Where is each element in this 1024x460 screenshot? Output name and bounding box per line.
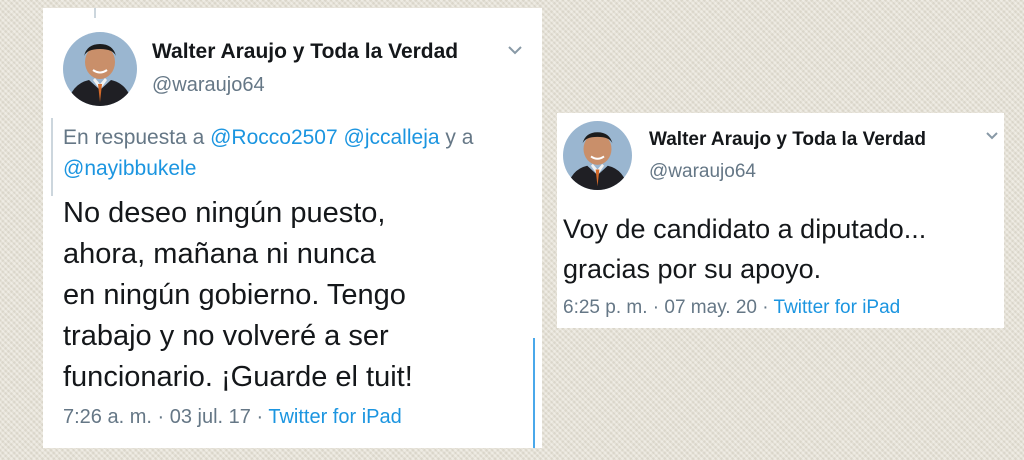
tweet-source-link[interactable]: Twitter for iPad xyxy=(268,406,401,428)
tweet-time[interactable]: 7:26 a. m. xyxy=(63,406,152,428)
meta-separator: · xyxy=(157,406,165,428)
author-handle[interactable]: @waraujo64 xyxy=(152,74,265,97)
tweet-date[interactable]: 07 may. 20 xyxy=(664,297,757,318)
chevron-down-icon xyxy=(508,46,522,55)
author-avatar[interactable] xyxy=(563,121,632,190)
tweet-text-line: No deseo ningún puesto, xyxy=(63,197,386,229)
reply-context: En respuesta a @Rocco2507 @jccalleja y a… xyxy=(63,122,513,184)
chevron-down-icon xyxy=(986,132,998,140)
author-handle[interactable]: @waraujo64 xyxy=(649,161,756,183)
reply-and: y a xyxy=(445,126,474,149)
tweet-text: No deseo ningún puesto, ahora, mañana ni… xyxy=(63,193,413,398)
tweet-meta: 6:25 p. m. · 07 may. 20 · Twitter for iP… xyxy=(563,297,900,319)
tweet-text-line: trabajo y no volveré a ser xyxy=(63,320,389,352)
meta-separator: · xyxy=(652,297,660,318)
author-name[interactable]: Walter Araujo y Toda la Verdad xyxy=(152,40,458,64)
tweet-text: Voy de candidato a diputado... gracias p… xyxy=(563,209,926,289)
thread-connector-line xyxy=(94,8,96,18)
meta-separator: · xyxy=(762,297,769,318)
mention-link[interactable]: @Rocco2507 xyxy=(210,126,338,149)
thread-guide-line xyxy=(51,118,53,196)
tweet-date[interactable]: 03 jul. 17 xyxy=(170,406,251,428)
author-name[interactable]: Walter Araujo y Toda la Verdad xyxy=(649,129,926,151)
tweet-text-line: funcionario. ¡Guarde el tuit! xyxy=(63,361,413,393)
reply-prefix: En respuesta a xyxy=(63,126,205,149)
tweet-menu-button[interactable] xyxy=(507,44,523,56)
tweet-source-link[interactable]: Twitter for iPad xyxy=(774,297,901,318)
tweet-text-line: en ningún gobierno. Tengo xyxy=(63,279,406,311)
tweet-text-line: ahora, mañana ni nunca xyxy=(63,238,376,270)
author-avatar[interactable] xyxy=(63,32,137,106)
thread-guide-line-right xyxy=(533,338,535,448)
meta-separator: · xyxy=(256,406,264,428)
profile-photo xyxy=(63,32,137,106)
tweet-card-1[interactable]: Walter Araujo y Toda la Verdad @waraujo6… xyxy=(43,8,542,448)
tweet-card-2[interactable]: Walter Araujo y Toda la Verdad @waraujo6… xyxy=(557,113,1004,328)
tweet-time[interactable]: 6:25 p. m. xyxy=(563,297,648,318)
tweet-meta: 7:26 a. m. · 03 jul. 17 · Twitter for iP… xyxy=(63,406,402,429)
tweet-menu-button[interactable] xyxy=(985,131,999,141)
mention-link[interactable]: @jccalleja xyxy=(344,126,440,149)
mention-link[interactable]: @nayibbukele xyxy=(63,157,196,180)
tweet-text-line: gracias por su apoyo. xyxy=(563,254,822,284)
profile-photo xyxy=(563,121,632,190)
tweet-text-line: Voy de candidato a diputado... xyxy=(563,214,927,244)
